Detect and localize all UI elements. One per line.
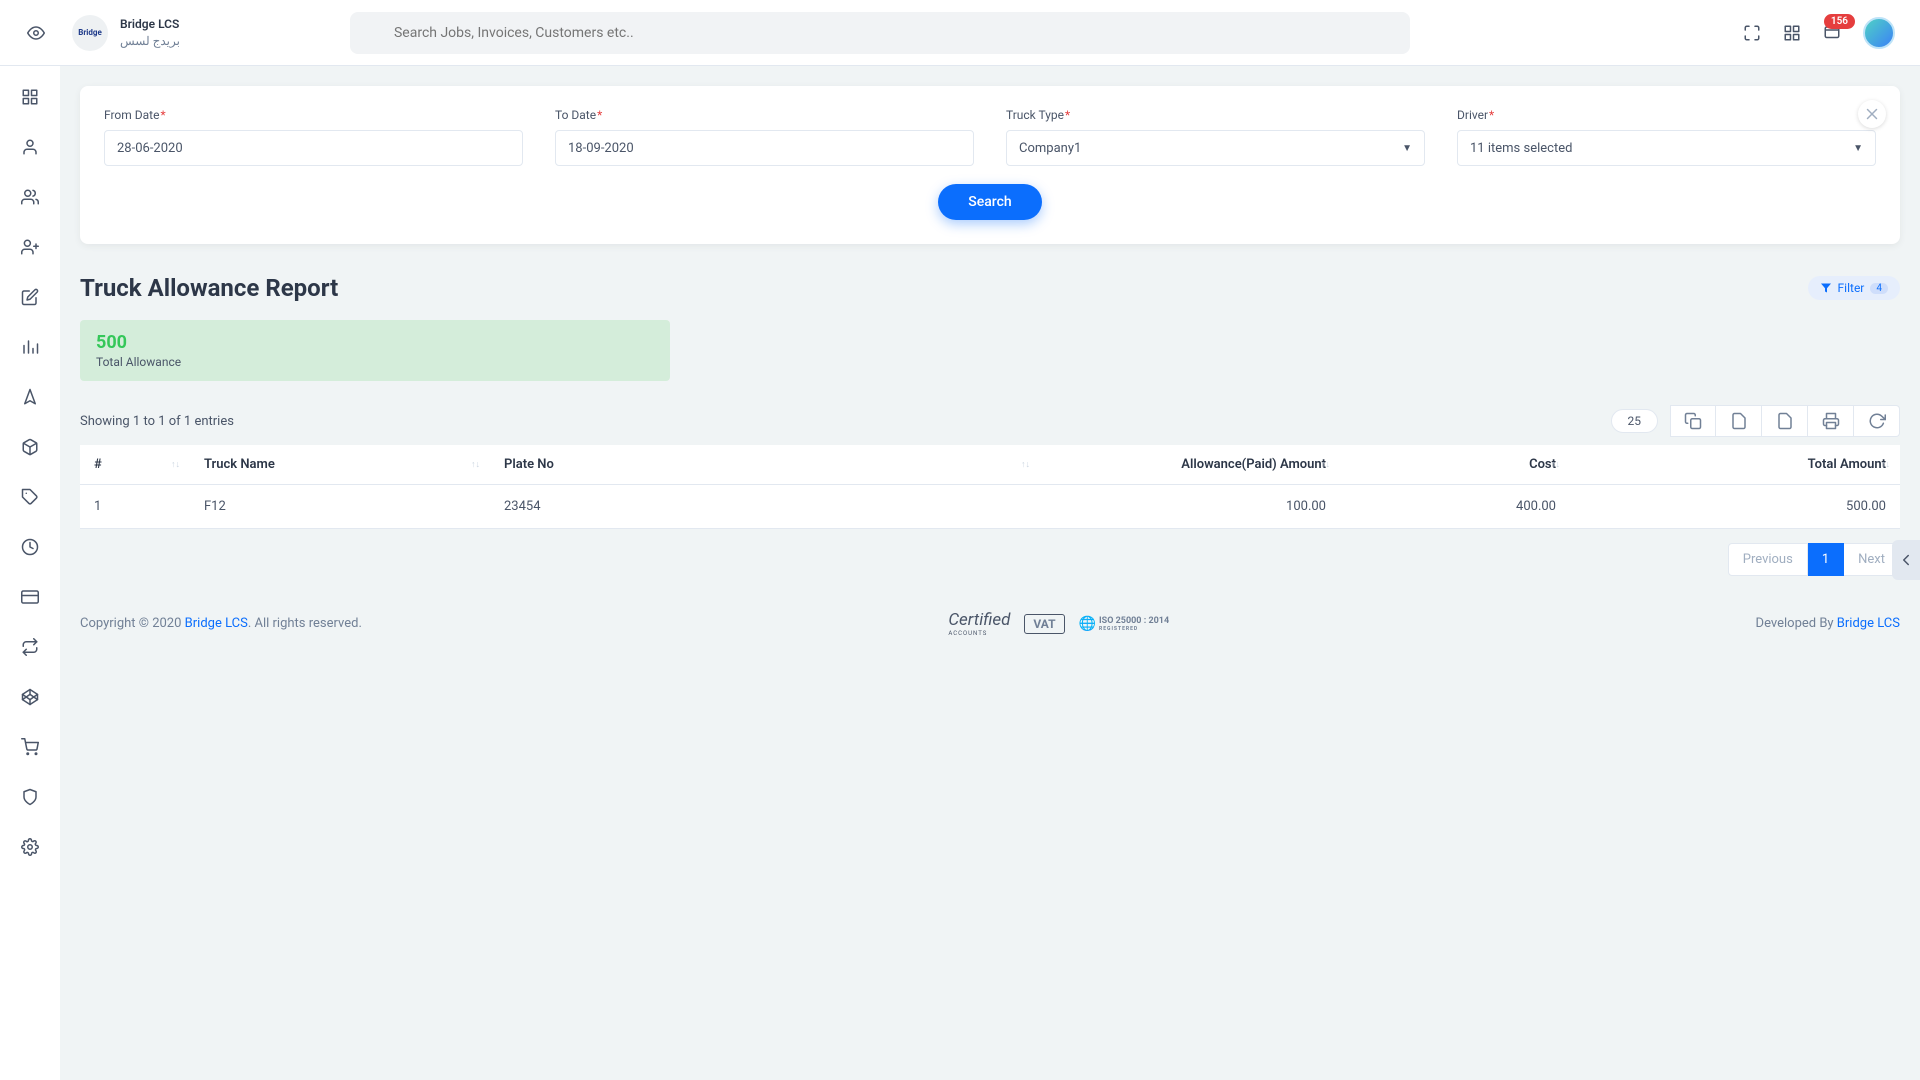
- to-date-label: To Date*: [555, 108, 974, 122]
- sidebar-shield-icon[interactable]: [19, 786, 41, 808]
- page-1-button[interactable]: 1: [1808, 543, 1844, 576]
- col-cost[interactable]: Cost↑↓: [1340, 445, 1570, 485]
- print-button[interactable]: [1808, 405, 1854, 437]
- page-size-select[interactable]: 25: [1611, 409, 1659, 433]
- brand-sub: بريدج لسس: [120, 33, 180, 50]
- table-row: 1 F12 23454 100.00 400.00 500.00: [80, 485, 1900, 529]
- sidebar-settings-icon[interactable]: [19, 836, 41, 858]
- summary-card: 500 Total Allowance: [80, 320, 670, 381]
- sidebar-tag-icon[interactable]: [19, 486, 41, 508]
- sidebar-user-icon[interactable]: [19, 136, 41, 158]
- certified-badge: CertifiedACCOUNTS: [948, 610, 1010, 637]
- visibility-icon[interactable]: [25, 22, 47, 44]
- close-filter-button[interactable]: [1858, 100, 1886, 128]
- apps-grid-icon[interactable]: [1783, 24, 1801, 42]
- summary-value: 500: [96, 332, 654, 353]
- sidebar-add-user-icon[interactable]: [19, 236, 41, 258]
- brand-name: Bridge LCS: [120, 16, 180, 33]
- sidebar: [0, 66, 60, 1080]
- sidebar-card-icon[interactable]: [19, 586, 41, 608]
- footer: Copyright © 2020 Bridge LCS. All rights …: [80, 610, 1900, 637]
- caret-down-icon: ▼: [1402, 143, 1412, 154]
- sidebar-users-icon[interactable]: [19, 186, 41, 208]
- brand-logo: Bridge: [72, 15, 108, 51]
- notifications-icon[interactable]: 156: [1823, 24, 1841, 42]
- global-search-input[interactable]: [350, 12, 1410, 54]
- allowance-table: #↑↓ Truck Name↑↓ Plate No↑↓ Allowance(Pa…: [80, 445, 1900, 529]
- sidebar-codepen-icon[interactable]: [19, 686, 41, 708]
- driver-label: Driver*: [1457, 108, 1876, 122]
- search-button[interactable]: Search: [938, 184, 1041, 220]
- sidebar-cart-icon[interactable]: [19, 736, 41, 758]
- summary-label: Total Allowance: [96, 355, 654, 369]
- sidebar-edit-icon[interactable]: [19, 286, 41, 308]
- pagination: Previous 1 Next: [80, 543, 1900, 576]
- prev-page-button[interactable]: Previous: [1728, 543, 1808, 576]
- iso-badge: 🌐ISO 25000 : 2014REGISTERED: [1079, 616, 1170, 632]
- footer-brand-link[interactable]: Bridge LCS: [185, 616, 248, 631]
- footer-developed-by: Developed By Bridge LCS: [1756, 616, 1900, 631]
- vat-badge: VAT: [1024, 614, 1064, 634]
- page-title: Truck Allowance Report: [80, 274, 338, 302]
- sidebar-navigation-icon[interactable]: [19, 386, 41, 408]
- sidebar-reports-icon[interactable]: [19, 336, 41, 358]
- sidebar-dashboard-icon[interactable]: [19, 86, 41, 108]
- from-date-label: From Date*: [104, 108, 523, 122]
- col-total[interactable]: Total Amount↑↓: [1570, 445, 1900, 485]
- filter-panel: From Date* To Date* Truck Type* Company1…: [80, 86, 1900, 244]
- user-avatar[interactable]: [1863, 17, 1895, 49]
- fullscreen-icon[interactable]: [1743, 24, 1761, 42]
- truck-type-label: Truck Type*: [1006, 108, 1425, 122]
- side-collapse-button[interactable]: [1892, 540, 1920, 580]
- copy-button[interactable]: [1670, 405, 1716, 437]
- col-truck-name[interactable]: Truck Name↑↓: [190, 445, 490, 485]
- from-date-input[interactable]: [104, 130, 523, 166]
- col-plate-no[interactable]: Plate No↑↓: [490, 445, 1040, 485]
- brand-block: Bridge Bridge LCS بريدج لسس: [72, 15, 180, 51]
- col-index[interactable]: #↑↓: [80, 445, 190, 485]
- driver-select[interactable]: 11 items selected ▼: [1457, 130, 1876, 166]
- col-allowance[interactable]: Allowance(Paid) Amount↑↓: [1040, 445, 1340, 485]
- sidebar-transfer-icon[interactable]: [19, 636, 41, 658]
- sidebar-package-icon[interactable]: [19, 436, 41, 458]
- to-date-input[interactable]: [555, 130, 974, 166]
- caret-down-icon: ▼: [1853, 143, 1863, 154]
- filter-toggle-pill[interactable]: Filter 4: [1808, 276, 1900, 300]
- export-excel-button[interactable]: [1762, 405, 1808, 437]
- sidebar-clock-icon[interactable]: [19, 536, 41, 558]
- refresh-button[interactable]: [1854, 405, 1900, 437]
- footer-dev-link[interactable]: Bridge LCS: [1837, 616, 1900, 631]
- export-csv-button[interactable]: [1716, 405, 1762, 437]
- truck-type-select[interactable]: Company1 ▼: [1006, 130, 1425, 166]
- table-showing-text: Showing 1 to 1 of 1 entries: [80, 414, 234, 429]
- footer-copyright: Copyright © 2020 Bridge LCS. All rights …: [80, 616, 362, 631]
- notification-badge: 156: [1824, 14, 1855, 29]
